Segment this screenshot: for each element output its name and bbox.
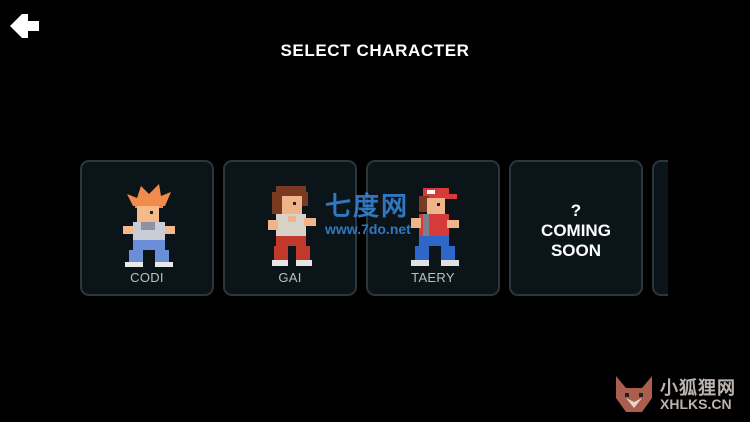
coming-soon-card[interactable]: ? COMING SOON bbox=[509, 160, 643, 296]
question-mark: ? bbox=[570, 201, 582, 220]
soon-label: SOON bbox=[550, 241, 602, 260]
arrow-left-icon bbox=[10, 14, 39, 38]
character-name-gai: GAI bbox=[278, 270, 302, 285]
character-card-taery[interactable]: TAERY bbox=[366, 160, 500, 296]
next-card-partial[interactable] bbox=[652, 160, 668, 296]
character-sprite-codi bbox=[123, 184, 175, 267]
character-card-gai[interactable]: GAI bbox=[223, 160, 357, 296]
back-button[interactable] bbox=[8, 11, 42, 41]
character-card-codi[interactable]: CODI bbox=[80, 160, 214, 296]
character-sprite-taery bbox=[411, 188, 459, 266]
watermark-xhlks-main: 小狐狸网 bbox=[660, 378, 736, 398]
watermark-xhlks-url: XHLKS.CN bbox=[660, 396, 732, 412]
coming-label: COMING bbox=[541, 221, 611, 240]
coming-soon-text: ? COMING SOON bbox=[511, 201, 641, 261]
character-name-codi: CODI bbox=[130, 270, 164, 285]
character-name-taery: TAERY bbox=[411, 270, 455, 285]
fox-logo-icon bbox=[616, 376, 652, 412]
page-title: SELECT CHARACTER bbox=[280, 41, 470, 60]
character-carousel[interactable]: CODI GAI TAERY ? COMING SOON bbox=[80, 159, 668, 299]
watermark-xhlks: 小狐狸网 XHLKS.CN bbox=[610, 372, 746, 416]
character-sprite-gai bbox=[268, 186, 316, 266]
